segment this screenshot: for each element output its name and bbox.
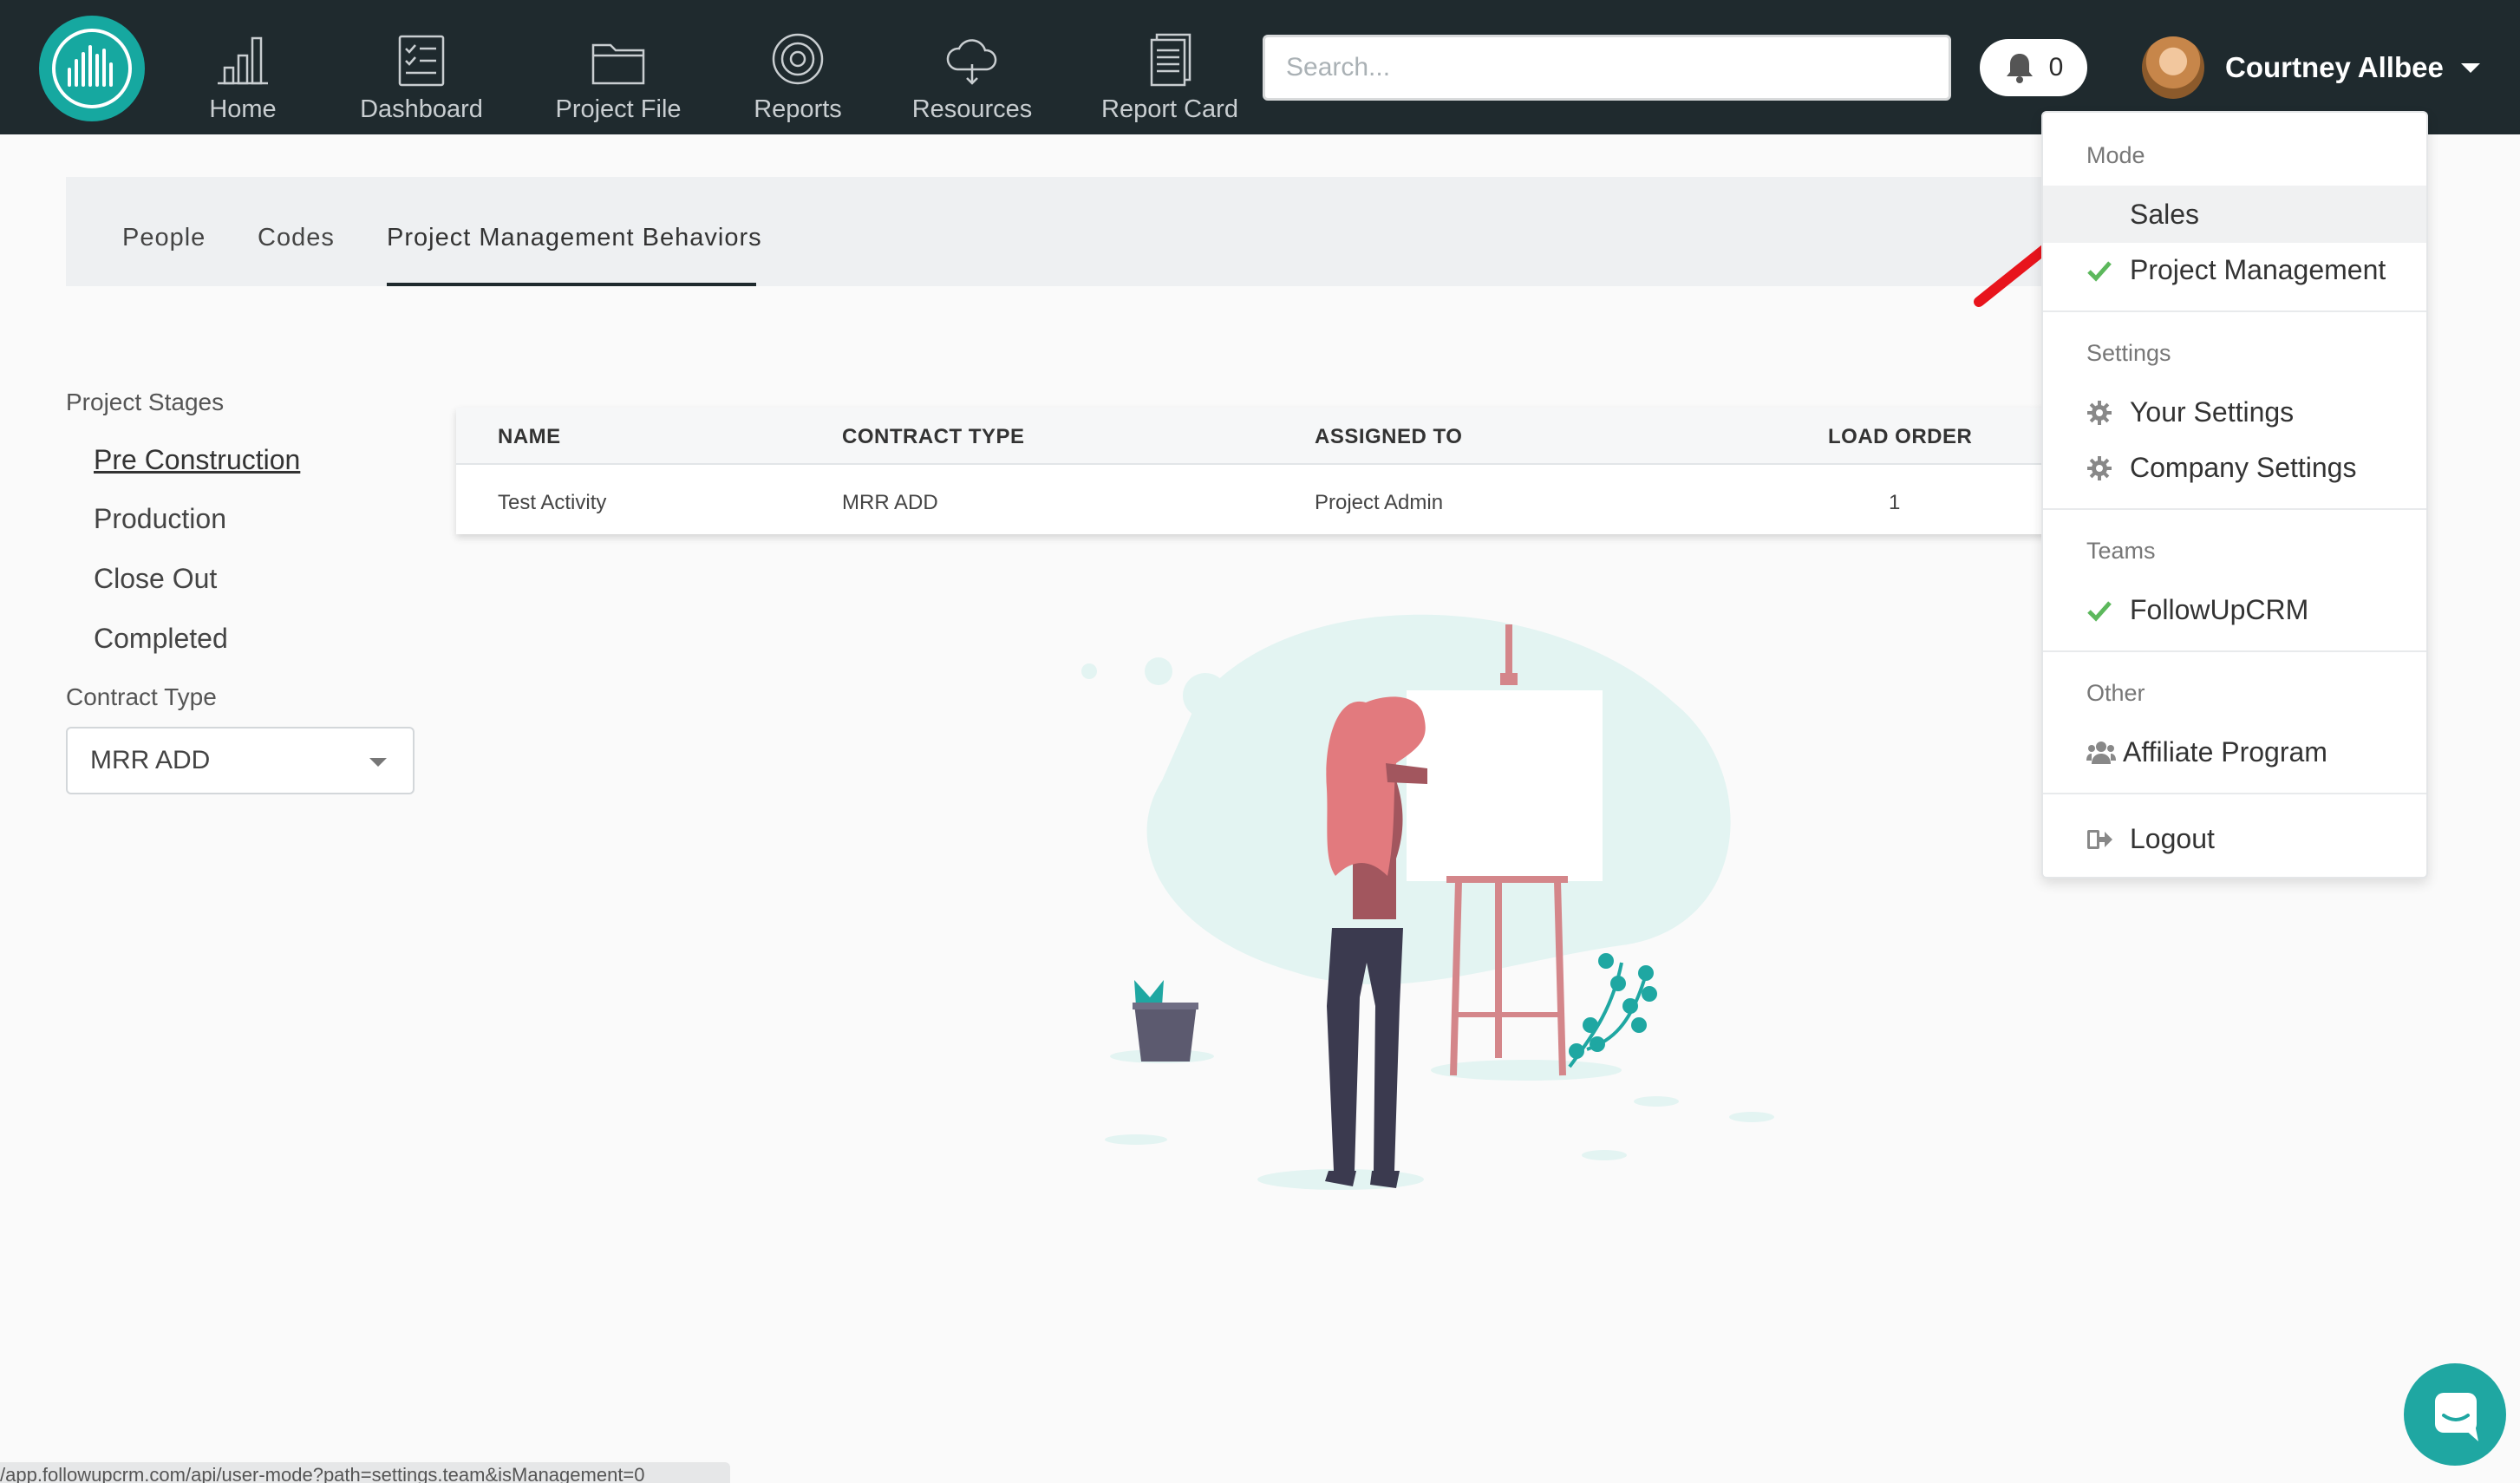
- logout-button[interactable]: Logout: [2043, 810, 2426, 867]
- settings-heading: Settings: [2086, 340, 2171, 366]
- cell-assigned-to: Project Admin: [1315, 491, 1444, 514]
- contract-type-value: MRR ADD: [90, 746, 211, 774]
- column-header-contract-type[interactable]: CONTRACT TYPE: [842, 425, 1025, 449]
- behaviors-table: NAME CONTRACT TYPE ASSIGNED TO LOAD ORDE…: [456, 408, 2052, 534]
- nav-dashboard[interactable]: Dashboard: [360, 29, 483, 125]
- nav-project-file-label: Project File: [555, 95, 682, 123]
- document-icon: [1150, 33, 1191, 87]
- stage-completed[interactable]: Completed: [94, 623, 228, 655]
- chevron-down-icon: [2460, 62, 2480, 73]
- cloud-icon: [946, 39, 997, 85]
- contract-type-heading: Contract Type: [66, 683, 217, 710]
- table-header: NAME CONTRACT TYPE ASSIGNED TO LOAD ORDE…: [456, 408, 2052, 465]
- logout-label: Logout: [2130, 822, 2215, 854]
- tab-project-management-behaviors[interactable]: Project Management Behaviors: [387, 177, 761, 286]
- nav-resources[interactable]: Resources: [912, 29, 1032, 125]
- logo-icon[interactable]: [39, 16, 145, 121]
- nav-home-label: Home: [209, 95, 277, 123]
- other-heading: Other: [2086, 680, 2145, 706]
- column-header-load-order[interactable]: LOAD ORDER: [1828, 425, 1972, 449]
- teams-heading: Teams: [2086, 538, 2156, 564]
- nav-resources-label: Resources: [911, 95, 1033, 123]
- user-name: Courtney Allbee: [2225, 51, 2444, 83]
- chat-button[interactable]: [2404, 1363, 2506, 1466]
- mode-item-sales-label: Sales: [2130, 198, 2200, 230]
- company-settings-item[interactable]: Company Settings: [2043, 439, 2426, 496]
- nav-reports-label: Reports: [754, 95, 842, 123]
- avatar: [2142, 36, 2204, 99]
- folder-icon: [591, 43, 645, 85]
- mode-item-sales[interactable]: Sales: [2043, 186, 2426, 243]
- nav-reports[interactable]: Reports: [754, 29, 842, 125]
- contract-type-select[interactable]: MRR ADD: [66, 727, 415, 794]
- tab-codes[interactable]: Codes: [258, 177, 335, 286]
- cell-name: Test Activity: [498, 491, 607, 514]
- user-dropdown-menu: Mode Sales Project Management Settings Y…: [2041, 111, 2428, 879]
- settings-tabs: People Codes Project Management Behavior…: [66, 177, 2052, 286]
- checkmark-icon: [2087, 261, 2112, 282]
- nav-dashboard-label: Dashboard: [360, 95, 483, 123]
- divider: [2043, 508, 2426, 510]
- checkmark-icon: [2087, 601, 2112, 622]
- divider: [2043, 650, 2426, 652]
- gear-icon: [2087, 456, 2112, 480]
- your-settings-label: Your Settings: [2130, 395, 2295, 428]
- users-icon: [2086, 742, 2116, 764]
- stage-close-out[interactable]: Close Out: [94, 563, 217, 595]
- cell-load-order: 1: [1889, 491, 1901, 514]
- search-input[interactable]: [1263, 35, 1951, 101]
- chevron-down-icon: [369, 758, 387, 767]
- column-header-name[interactable]: NAME: [498, 425, 561, 449]
- tab-people[interactable]: People: [122, 177, 206, 286]
- gear-icon: [2087, 401, 2112, 425]
- status-bar-url: /app.followupcrm.com/api/user-mode?path=…: [0, 1462, 730, 1483]
- nav-project-file[interactable]: Project File: [555, 29, 682, 125]
- sign-out-icon: [2087, 830, 2112, 849]
- notifications-button[interactable]: 0: [1980, 39, 2087, 96]
- user-menu-toggle[interactable]: Courtney Allbee: [2142, 33, 2480, 102]
- team-item-followupcrm-label: FollowUpCRM: [2130, 593, 2309, 625]
- nav-report-card[interactable]: Report Card: [1101, 29, 1238, 125]
- divider: [2043, 793, 2426, 794]
- your-settings-item[interactable]: Your Settings: [2043, 383, 2426, 441]
- bell-icon: [2006, 54, 2033, 83]
- stage-pre-construction[interactable]: Pre Construction: [94, 444, 300, 476]
- divider: [2043, 310, 2426, 312]
- affiliate-program-item[interactable]: Affiliate Program: [2043, 723, 2426, 781]
- company-settings-label: Company Settings: [2130, 451, 2357, 483]
- notification-count: 0: [2048, 53, 2064, 82]
- column-header-assigned-to[interactable]: ASSIGNED TO: [1315, 425, 1462, 449]
- project-stages-heading: Project Stages: [66, 389, 225, 415]
- painter-illustration: [1081, 614, 1774, 1190]
- team-item-followupcrm[interactable]: FollowUpCRM: [2043, 581, 2426, 638]
- affiliate-program-label: Affiliate Program: [2123, 735, 2327, 768]
- mode-heading: Mode: [2086, 142, 2145, 168]
- checklist-icon: [398, 35, 445, 87]
- mode-item-project-management-label: Project Management: [2130, 253, 2386, 285]
- cell-contract-type: MRR ADD: [842, 491, 938, 514]
- nav-report-card-label: Report Card: [1101, 95, 1238, 123]
- stage-production[interactable]: Production: [94, 503, 226, 535]
- nav-home[interactable]: Home: [205, 29, 281, 125]
- mode-item-project-management[interactable]: Project Management: [2043, 241, 2426, 298]
- bar-chart-icon: [218, 36, 268, 85]
- chat-icon: [2435, 1393, 2478, 1441]
- target-icon: [772, 33, 824, 85]
